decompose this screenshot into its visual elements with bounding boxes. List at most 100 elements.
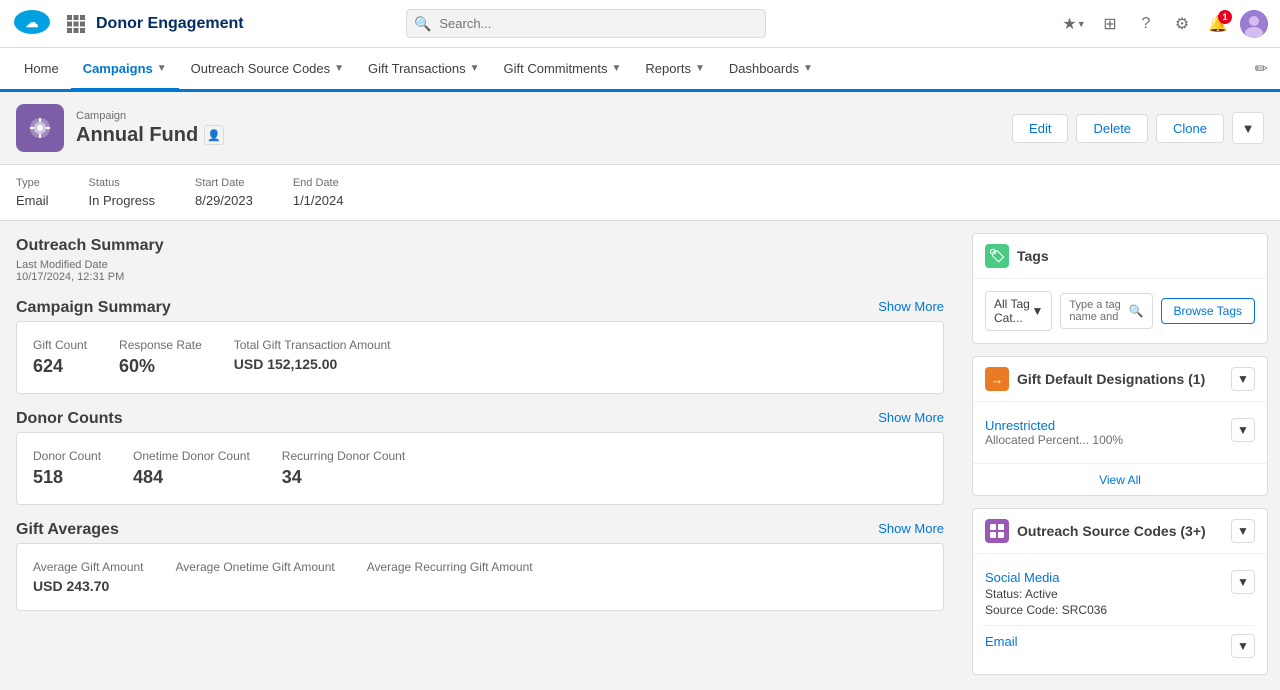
- tag-select-chevron: ▼: [1032, 304, 1044, 318]
- tag-category-select[interactable]: All Tag Cat... ▼: [985, 291, 1052, 331]
- setup-gear-icon[interactable]: ⚙: [1168, 10, 1196, 38]
- field-type: Type Email: [16, 177, 49, 208]
- designation-left: Unrestricted Allocated Percent... 100%: [985, 418, 1123, 447]
- campaign-object-icon: [16, 104, 64, 152]
- social-media-left: Social Media Status: Active Source Code:…: [985, 570, 1107, 617]
- breadcrumb: Campaign: [76, 110, 224, 122]
- help-icon[interactable]: ?: [1132, 10, 1160, 38]
- outreach-source-codes-icon: [985, 519, 1009, 543]
- donor-counts-title: Donor Counts: [16, 410, 123, 428]
- gift-designations-collapse-button[interactable]: ▼: [1231, 367, 1255, 391]
- person-account-icon[interactable]: 👤: [204, 125, 224, 145]
- dashboards-dropdown-icon: ▼: [803, 63, 813, 74]
- source-code-email: Email ▼: [985, 630, 1255, 662]
- gift-averages-stats: Average Gift Amount USD 243.70 Average O…: [33, 560, 927, 594]
- salesforce-logo[interactable]: ☁: [12, 8, 56, 39]
- gift-designations-card: → Gift Default Designations (1) ▼ Unrest…: [972, 356, 1268, 496]
- outreach-summary-header: Outreach Summary: [16, 237, 944, 255]
- donor-counts-section: Donor Counts Show More Donor Count 518 O…: [16, 410, 944, 505]
- campaign-summary-title: Campaign Summary: [16, 299, 171, 317]
- allocated-label: Allocated Percent... 100%: [985, 433, 1123, 447]
- unrestricted-collapse-button[interactable]: ▼: [1231, 418, 1255, 442]
- tags-body: All Tag Cat... ▼ Type a tag name and 🔍 B…: [973, 279, 1267, 343]
- outreach-summary-title: Outreach Summary: [16, 237, 164, 255]
- avg-recurring-stat: Average Recurring Gift Amount: [367, 560, 533, 594]
- status-label: Status: [89, 177, 155, 189]
- gift-count-label: Gift Count: [33, 338, 87, 352]
- clone-button[interactable]: Clone: [1156, 114, 1224, 143]
- end-date-label: End Date: [293, 177, 344, 189]
- page-header-info: Campaign Annual Fund 👤: [76, 110, 224, 147]
- tag-name-input[interactable]: Type a tag name and 🔍: [1060, 293, 1152, 329]
- top-nav-actions: ★ ▼ ⊞ ? ⚙ 🔔 1: [1060, 10, 1268, 38]
- donor-count-value: 518: [33, 467, 101, 488]
- sidebar-panel: 🏷 Tags All Tag Cat... ▼ Type a tag name …: [960, 221, 1280, 690]
- donor-counts-stats: Donor Count 518 Onetime Donor Count 484 …: [33, 449, 927, 488]
- browse-tags-button[interactable]: Browse Tags: [1161, 298, 1255, 324]
- tags-card: 🏷 Tags All Tag Cat... ▼ Type a tag name …: [972, 233, 1268, 344]
- donor-counts-header: Donor Counts Show More: [16, 410, 944, 428]
- delete-button[interactable]: Delete: [1076, 114, 1148, 143]
- more-actions-button[interactable]: ▼: [1232, 112, 1264, 144]
- nav-gift-transactions[interactable]: Gift Transactions ▼: [356, 50, 491, 91]
- designation-row: Unrestricted Allocated Percent... 100% ▼: [985, 414, 1255, 451]
- response-rate-value: 60%: [119, 356, 202, 377]
- campaign-summary-section: Campaign Summary Show More Gift Count 62…: [16, 299, 944, 394]
- nav-dashboards[interactable]: Dashboards ▼: [717, 50, 825, 91]
- type-value: Email: [16, 193, 49, 208]
- onetime-donor-label: Onetime Donor Count: [133, 449, 250, 463]
- onetime-donor-stat: Onetime Donor Count 484: [133, 449, 250, 488]
- email-collapse-button[interactable]: ▼: [1231, 634, 1255, 658]
- email-link[interactable]: Email: [985, 634, 1018, 658]
- outreach-source-collapse-button[interactable]: ▼: [1231, 519, 1255, 543]
- nav-campaigns[interactable]: Campaigns ▼: [71, 50, 179, 91]
- campaign-summary-card: Gift Count 624 Response Rate 60% Total G…: [16, 321, 944, 394]
- favorites-icon[interactable]: ★ ▼: [1060, 10, 1088, 38]
- start-date-value: 8/29/2023: [195, 193, 253, 208]
- tags-card-title: 🏷 Tags: [985, 244, 1049, 268]
- search-input[interactable]: [406, 9, 766, 38]
- gift-count-stat: Gift Count 624: [33, 338, 87, 377]
- nav-gift-commitments[interactable]: Gift Commitments ▼: [492, 50, 634, 91]
- type-label: Type: [16, 177, 49, 189]
- page-header: Campaign Annual Fund 👤 Edit Delete Clone…: [0, 92, 1280, 165]
- notifications-icon[interactable]: 🔔 1: [1204, 10, 1232, 38]
- view-all-link[interactable]: View All: [1099, 473, 1141, 487]
- status-value: In Progress: [89, 193, 155, 208]
- notification-count: 1: [1218, 10, 1232, 24]
- gift-count-value: 624: [33, 356, 87, 377]
- social-media-source-code: Source Code: SRC036: [985, 603, 1107, 617]
- tag-search-icon: 🔍: [1129, 304, 1144, 318]
- app-launcher-icon[interactable]: [64, 12, 88, 36]
- campaign-summary-show-more[interactable]: Show More: [878, 299, 944, 314]
- nav-reports[interactable]: Reports ▼: [633, 50, 716, 91]
- last-modified-date: Last Modified Date 10/17/2024, 12:31 PM: [16, 259, 944, 283]
- social-media-link[interactable]: Social Media: [985, 570, 1107, 585]
- unrestricted-link[interactable]: Unrestricted: [985, 418, 1123, 433]
- outreach-source-body: Social Media Status: Active Source Code:…: [973, 554, 1267, 674]
- avg-gift-stat: Average Gift Amount USD 243.70: [33, 560, 144, 594]
- total-gift-value: USD 152,125.00: [234, 356, 391, 372]
- avg-onetime-stat: Average Onetime Gift Amount: [176, 560, 335, 594]
- nav-home[interactable]: Home: [12, 50, 71, 91]
- field-end-date: End Date 1/1/2024: [293, 177, 344, 208]
- gift-designations-body: Unrestricted Allocated Percent... 100% ▼: [973, 402, 1267, 463]
- donor-count-label: Donor Count: [33, 449, 101, 463]
- nav-outreach-source-codes[interactable]: Outreach Source Codes ▼: [179, 50, 356, 91]
- tags-icon: 🏷: [985, 244, 1009, 268]
- donor-counts-show-more[interactable]: Show More: [878, 410, 944, 425]
- gift-averages-show-more[interactable]: Show More: [878, 521, 944, 536]
- outreach-summary-section: Outreach Summary Last Modified Date 10/1…: [16, 237, 944, 283]
- nav-edit-icon[interactable]: ✏: [1255, 59, 1268, 79]
- total-gift-stat: Total Gift Transaction Amount USD 152,12…: [234, 338, 391, 377]
- social-media-status: Status: Active: [985, 587, 1107, 601]
- edit-button[interactable]: Edit: [1012, 114, 1068, 143]
- search-icon: 🔍: [414, 15, 431, 32]
- setup-waffle-icon[interactable]: ⊞: [1096, 10, 1124, 38]
- field-start-date: Start Date 8/29/2023: [195, 177, 253, 208]
- user-avatar[interactable]: [1240, 10, 1268, 38]
- gift-designations-title: → Gift Default Designations (1): [985, 367, 1205, 391]
- social-media-collapse-button[interactable]: ▼: [1231, 570, 1255, 594]
- gift-averages-section: Gift Averages Show More Average Gift Amo…: [16, 521, 944, 611]
- gift-designations-icon: →: [985, 367, 1009, 391]
